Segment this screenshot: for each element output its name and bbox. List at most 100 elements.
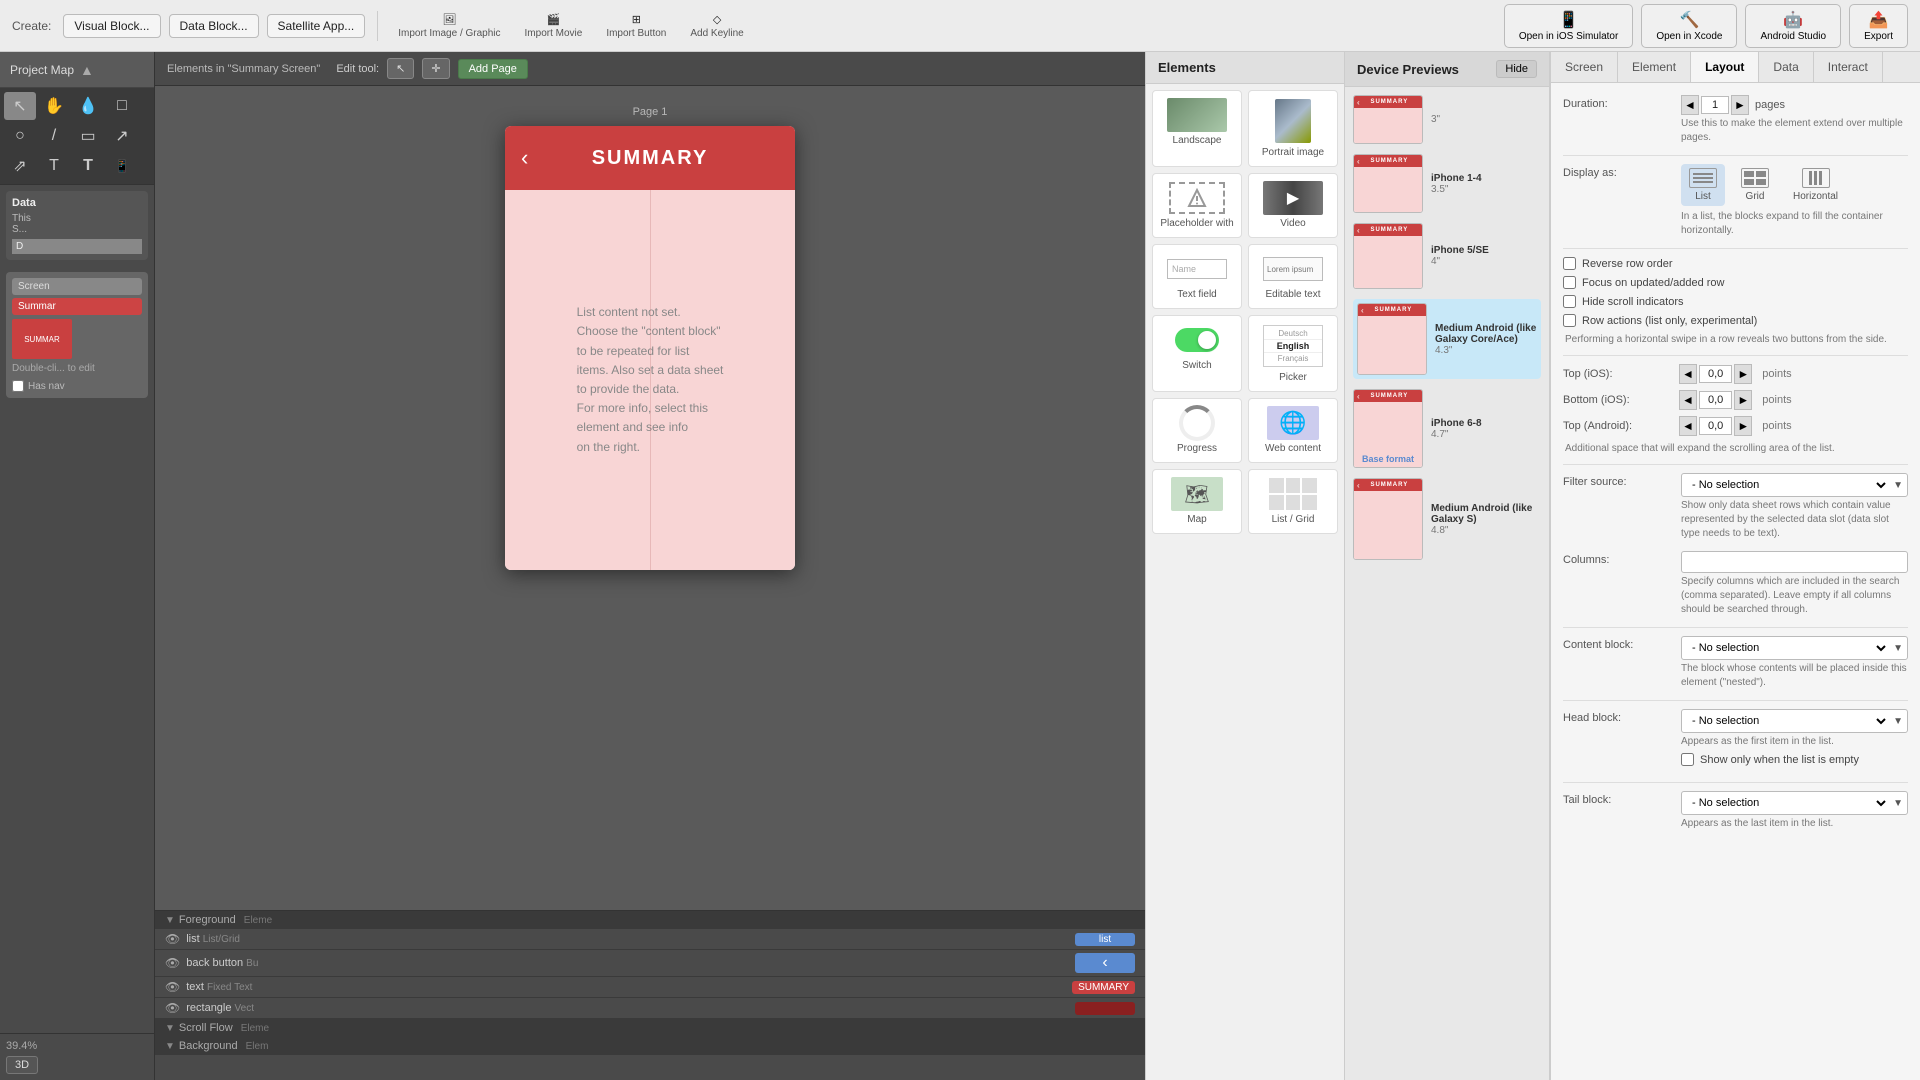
add-page-button[interactable]: Add Page bbox=[458, 59, 528, 79]
sub-select-tool-button[interactable]: ⇗ bbox=[4, 152, 36, 180]
top-android-decrement-button[interactable]: ◄ bbox=[1679, 416, 1697, 436]
import-movie-button[interactable]: 🎬 Import Movie bbox=[517, 11, 591, 41]
text-field-item[interactable]: Name Text field bbox=[1152, 244, 1242, 309]
bottom-ios-increment-button[interactable]: ► bbox=[1734, 390, 1752, 410]
horizontal-icon bbox=[1802, 168, 1830, 188]
hand-tool-button[interactable]: ✋ bbox=[38, 92, 70, 120]
select-tool-button[interactable]: ↖ bbox=[4, 92, 36, 120]
list-eye-icon[interactable]: 👁 bbox=[165, 932, 180, 946]
list-element-row[interactable]: 👁 list List/Grid list bbox=[155, 929, 1145, 950]
project-map-expand-icon[interactable]: ▲ bbox=[80, 62, 94, 78]
content-block-chevron-icon: ▼ bbox=[1889, 643, 1907, 654]
phone-back-button[interactable]: ‹ bbox=[521, 145, 528, 171]
tab-layout[interactable]: Layout bbox=[1691, 52, 1759, 82]
screen-item-1[interactable]: Summar bbox=[12, 298, 142, 315]
display-horizontal-option[interactable]: Horizontal bbox=[1785, 164, 1846, 206]
top-android-increment-button[interactable]: ► bbox=[1734, 416, 1752, 436]
crosshair-tool-button[interactable]: ✛ bbox=[422, 58, 449, 79]
screen-item-0[interactable]: Screen bbox=[12, 278, 142, 295]
top-ios-decrement-button[interactable]: ◄ bbox=[1679, 364, 1697, 384]
device-3-inch: ‹ SUMMARY 3" bbox=[1353, 95, 1541, 144]
android-studio-button[interactable]: 🤖 Android Studio bbox=[1745, 4, 1841, 48]
picker-item[interactable]: Deutsch English Français Picker bbox=[1248, 315, 1338, 392]
tab-screen[interactable]: Screen bbox=[1551, 52, 1618, 82]
top-ios-increment-button[interactable]: ► bbox=[1734, 364, 1752, 384]
progress-item[interactable]: Progress bbox=[1152, 398, 1242, 463]
rectangle-tool-button[interactable]: □ bbox=[106, 92, 138, 120]
xcode-label: Open in Xcode bbox=[1656, 31, 1722, 42]
duration-increment-button[interactable]: ► bbox=[1731, 95, 1749, 115]
visual-block-button[interactable]: Visual Block... bbox=[63, 14, 160, 38]
duration-decrement-button[interactable]: ◄ bbox=[1681, 95, 1699, 115]
import-image-button[interactable]: 🖼 Import Image / Graphic bbox=[390, 11, 508, 41]
columns-input[interactable] bbox=[1681, 551, 1908, 573]
tab-element[interactable]: Element bbox=[1618, 52, 1691, 82]
hide-scroll-checkbox[interactable] bbox=[1563, 295, 1576, 308]
back-button-element-row[interactable]: 👁 back button Bu ‹ bbox=[155, 950, 1145, 977]
head-block-select-container[interactable]: - No selection ▼ bbox=[1681, 709, 1908, 733]
list-grid-item[interactable]: List / Grid bbox=[1248, 469, 1338, 534]
content-block-select[interactable]: - No selection bbox=[1682, 637, 1889, 659]
text-eye-icon[interactable]: 👁 bbox=[165, 980, 180, 994]
editable-text-item[interactable]: Lorem ipsum Editable text bbox=[1248, 244, 1338, 309]
rectangle-element-row[interactable]: 👁 rectangle Vect bbox=[155, 998, 1145, 1019]
bottom-ios-decrement-button[interactable]: ◄ bbox=[1679, 390, 1697, 410]
right-content: Duration: ◄ 1 ► pages Use this to make t… bbox=[1551, 83, 1920, 1080]
back-button-eye-icon[interactable]: 👁 bbox=[165, 956, 180, 970]
phone-mockup[interactable]: ‹ SUMMARY List content not set. Choose t… bbox=[505, 126, 795, 570]
add-keyline-icon: ◇ bbox=[713, 13, 721, 26]
video-item[interactable]: ▶ Video bbox=[1248, 173, 1338, 238]
rectangle-eye-icon[interactable]: 👁 bbox=[165, 1001, 180, 1015]
arrow-select-tool-button[interactable]: ↗ bbox=[106, 122, 138, 150]
display-grid-option[interactable]: Grid bbox=[1733, 164, 1777, 206]
tail-block-select-container[interactable]: - No selection ▼ bbox=[1681, 791, 1908, 815]
export-button[interactable]: 📤 Export bbox=[1849, 4, 1908, 48]
top-toolbar: Create: Visual Block... Data Block... Sa… bbox=[0, 0, 1920, 52]
left-panel: Project Map ▲ ↖ ✋ 💧 □ ○ / ▭ ↗ ⇗ T T 📱 Da… bbox=[0, 52, 155, 1080]
display-list-option[interactable]: List bbox=[1681, 164, 1725, 206]
filter-source-select-container[interactable]: - No selection ▼ bbox=[1681, 473, 1908, 497]
focus-updated-row-checkbox[interactable] bbox=[1563, 276, 1576, 289]
data-block-button[interactable]: Data Block... bbox=[169, 14, 259, 38]
text-tool-button[interactable]: T bbox=[38, 152, 70, 180]
tail-block-select[interactable]: - No selection bbox=[1682, 792, 1889, 814]
landscape-item[interactable]: Landscape bbox=[1152, 90, 1242, 167]
eyedropper-tool-button[interactable]: 💧 bbox=[72, 92, 104, 120]
rounded-rect-tool-button[interactable]: ▭ bbox=[72, 122, 104, 150]
tab-data[interactable]: Data bbox=[1759, 52, 1813, 82]
web-content-item[interactable]: 🌐 Web content bbox=[1248, 398, 1338, 463]
content-block-select-container[interactable]: - No selection ▼ bbox=[1681, 636, 1908, 660]
scroll-flow-arrow-icon: ▼ bbox=[165, 1023, 175, 1034]
import-button-button[interactable]: ⊞ Import Button bbox=[598, 11, 674, 41]
toolbar-right: 📱 Open in iOS Simulator 🔨 Open in Xcode … bbox=[1504, 4, 1908, 48]
oval-tool-button[interactable]: ○ bbox=[4, 122, 36, 150]
open-xcode-button[interactable]: 🔨 Open in Xcode bbox=[1641, 4, 1737, 48]
text-bold-tool-button[interactable]: T bbox=[72, 152, 104, 180]
satellite-app-button[interactable]: Satellite App... bbox=[267, 14, 366, 38]
phone-tool-button[interactable]: 📱 bbox=[106, 152, 138, 180]
canvas-toolbar: Elements in "Summary Screen" Edit tool: … bbox=[155, 52, 1145, 86]
line-tool-button[interactable]: / bbox=[38, 122, 70, 150]
has-nav-checkbox[interactable] bbox=[12, 380, 24, 392]
map-item[interactable]: 🗺 Map bbox=[1152, 469, 1242, 534]
show-when-empty-checkbox[interactable] bbox=[1681, 753, 1694, 766]
open-ios-simulator-button[interactable]: 📱 Open in iOS Simulator bbox=[1504, 4, 1634, 48]
placeholder-item[interactable]: Placeholder with bbox=[1152, 173, 1242, 238]
view-3d-button[interactable]: 3D bbox=[6, 1056, 38, 1074]
focus-updated-row-row: Focus on updated/added row bbox=[1563, 276, 1908, 289]
tab-interact[interactable]: Interact bbox=[1814, 52, 1883, 82]
row-actions-checkbox[interactable] bbox=[1563, 314, 1576, 327]
hide-previews-button[interactable]: Hide bbox=[1496, 60, 1537, 78]
pointer-tool-button[interactable]: ↖ bbox=[387, 58, 414, 79]
add-keyline-button[interactable]: ◇ Add Keyline bbox=[682, 11, 751, 41]
switch-item[interactable]: Switch bbox=[1152, 315, 1242, 392]
reverse-row-order-checkbox[interactable] bbox=[1563, 257, 1576, 270]
top-ios-margin-row: Top (iOS): ◄ 0,0 ► points bbox=[1563, 364, 1908, 384]
top-ios-stepper: ◄ 0,0 ► bbox=[1679, 364, 1752, 384]
canvas-content: Page 1 ‹ SUMMARY List content not set. C… bbox=[155, 86, 1145, 910]
text-element-row[interactable]: 👁 text Fixed Text SUMMARY bbox=[155, 977, 1145, 998]
head-block-select[interactable]: - No selection bbox=[1682, 710, 1889, 732]
map-preview: 🗺 bbox=[1167, 478, 1227, 510]
portrait-image-item[interactable]: Portrait image bbox=[1248, 90, 1338, 167]
filter-source-select[interactable]: - No selection bbox=[1682, 474, 1889, 496]
